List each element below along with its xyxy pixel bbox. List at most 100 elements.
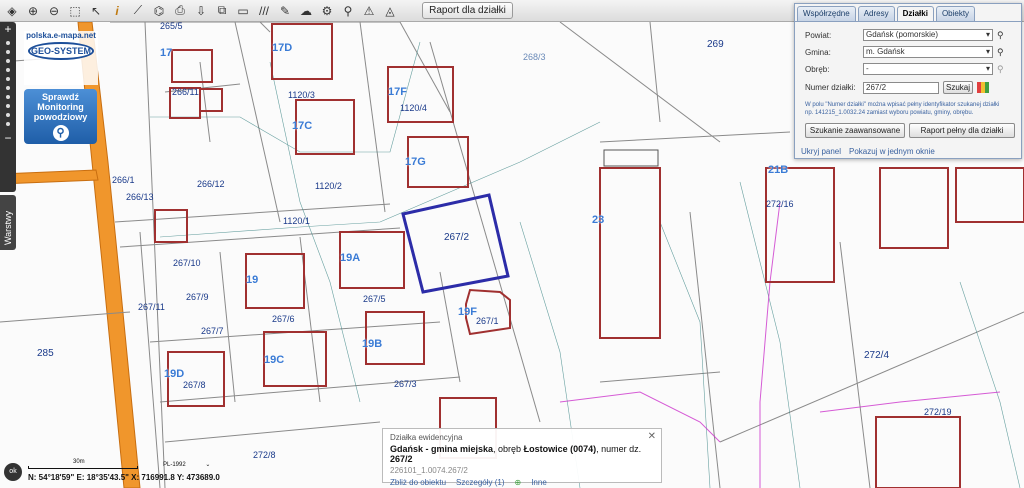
tab-adresy[interactable]: Adresy: [857, 6, 895, 21]
hint-text: W polu "Numer działki" można wpisać pełn…: [805, 101, 1013, 117]
gmina-row: Gmina: m. Gdańsk ⚲: [805, 46, 1004, 58]
parcel-label: 267/6: [272, 314, 295, 324]
info-icon[interactable]: i: [107, 2, 127, 20]
selected-parcel-outline: [401, 193, 510, 294]
tab-obiekty[interactable]: Obiekty: [935, 6, 976, 21]
projection-label: PL-1992: [163, 462, 186, 468]
layers-icon[interactable]: ◈: [2, 2, 22, 20]
print-icon[interactable]: ⎙: [170, 2, 190, 20]
status-bar: ok 30m PL-1992 ⌄ N: 54°18'59" E: 18°35'4…: [0, 458, 300, 488]
compare-icon[interactable]: ⧉: [212, 2, 232, 20]
search-icon[interactable]: ⚲: [338, 2, 358, 20]
zoom-level-dot[interactable]: [6, 77, 10, 81]
ok-button[interactable]: ok: [4, 463, 22, 481]
house-number-label: 19C: [264, 354, 285, 366]
settings-icon[interactable]: ⚙: [317, 2, 337, 20]
measure-line-icon[interactable]: ⟋: [128, 2, 148, 20]
layers-tab[interactable]: Warstwy: [0, 195, 16, 250]
plus-icon[interactable]: ⊕: [515, 478, 522, 487]
weather-icon[interactable]: ☁: [296, 2, 316, 20]
geo-system-logo[interactable]: polska.e-mapa.net GEO-SYSTEM: [24, 31, 98, 85]
parcel-label: 267/3: [394, 379, 417, 389]
map-application: 266/11 266/12 266/13 266/1 1120/3 1120/4…: [0, 0, 1024, 488]
house-number-label: 17: [160, 47, 173, 59]
flood-monitoring-button[interactable]: Sprawdź Monitoring powodziowy ⚲: [24, 89, 97, 144]
powiat-row: Powiat: Gdańsk (pomorskie) ⚲: [805, 29, 1004, 41]
download-icon[interactable]: ⇩: [191, 2, 211, 20]
zoom-level-dot[interactable]: [6, 122, 10, 126]
popup-title: Działka ewidencyjna: [390, 433, 463, 442]
parcel-label: 1120/3: [288, 90, 315, 100]
house-number-label: 23: [592, 214, 605, 226]
zoom-level-dot[interactable]: [6, 104, 10, 108]
tab-wspolrzedne[interactable]: Współrzędne: [797, 6, 856, 21]
color-legend-icon[interactable]: [977, 82, 989, 93]
measure-area-icon[interactable]: ⌬: [149, 2, 169, 20]
warning-icon[interactable]: ⚠: [359, 2, 379, 20]
raport-button[interactable]: Raport dla działki: [422, 2, 513, 19]
monitoring-line: Sprawdź: [41, 92, 79, 102]
zoom-in-icon[interactable]: ⊕: [23, 2, 43, 20]
popup-obreb: Łostowice (0074): [523, 444, 597, 454]
details-link[interactable]: Szczegóły (1): [456, 478, 504, 487]
obreb-select[interactable]: -: [863, 63, 993, 75]
advanced-search-button[interactable]: Szukanie zaawansowane: [805, 123, 905, 138]
popup-links: Zbliż do obiektu Szczegóły (1) ⊕ Inne: [390, 478, 654, 487]
szukaj-button[interactable]: Szukaj: [943, 81, 973, 94]
hatch-icon[interactable]: ///: [254, 2, 274, 20]
house-number-label: 19: [246, 274, 259, 286]
zoom-extent-icon[interactable]: ⬚: [65, 2, 85, 20]
search-icon[interactable]: ⚲: [997, 64, 1004, 75]
zoom-level-dot[interactable]: [6, 59, 10, 63]
hide-panel-link[interactable]: Ukryj panel: [801, 147, 841, 156]
projection-select[interactable]: PL-1992 ⌄: [163, 461, 210, 468]
close-icon[interactable]: ✕: [648, 431, 656, 442]
search-icon[interactable]: ⚲: [997, 47, 1004, 58]
pointer-icon[interactable]: ↖: [86, 2, 106, 20]
obreb-row: Obręb: - ⚲: [805, 63, 1004, 75]
parcel-label: 267/5: [363, 294, 386, 304]
zoom-minus-icon[interactable]: −: [0, 131, 16, 145]
edit-icon[interactable]: ✎: [275, 2, 295, 20]
parcel-label: 269: [707, 39, 724, 50]
gmina-select[interactable]: m. Gdańsk: [863, 46, 993, 58]
parcel-label: 266/12: [197, 179, 225, 189]
parcel-label: 266/11: [172, 87, 199, 97]
scale-label: 30m: [73, 459, 85, 465]
zoom-level-dot[interactable]: [6, 41, 10, 45]
zoom-slider[interactable]: + −: [0, 22, 16, 192]
zoom-to-object-link[interactable]: Zbliż do obiektu: [390, 478, 446, 487]
coordinates-readout: N: 54°18'59" E: 18°35'43.5" X: 716991.8 …: [28, 473, 220, 482]
zoom-level-dot[interactable]: [6, 68, 10, 72]
panel-links: Ukryj panel Pokazuj w jednym oknie: [801, 147, 935, 156]
house-number-label: 19F: [458, 306, 477, 318]
parcel-number-input[interactable]: 267/2: [863, 81, 939, 94]
powiat-select[interactable]: Gdańsk (pomorskie): [863, 29, 993, 41]
popup-text: , numer dz.: [596, 444, 642, 454]
parcel-label: 272/4: [864, 350, 890, 361]
panel-tabs: Współrzędne Adresy Działki Obiekty: [795, 4, 1021, 22]
other-link[interactable]: Inne: [531, 478, 547, 487]
one-window-link[interactable]: Pokazuj w jednym oknie: [849, 147, 935, 156]
hint-line: np. 141215_1.0032.24 zamiast wyboru powi…: [805, 110, 974, 116]
numer-row: Numer działki: 267/2 Szukaj: [805, 81, 989, 94]
zoom-level-dot[interactable]: [6, 86, 10, 90]
parcel-label-selected: 267/2: [444, 232, 470, 243]
parcel-label: 1120/2: [315, 181, 342, 191]
parcel-label: 272/16: [766, 199, 794, 209]
layers-tab-label: Warstwy: [3, 210, 13, 245]
zoom-level-dot[interactable]: [6, 113, 10, 117]
popup-ident: 226101_1.0074.267/2: [390, 466, 468, 475]
search-icon[interactable]: ⚲: [997, 30, 1004, 41]
parcel-label: 268/3: [523, 52, 546, 62]
zoom-level-dot[interactable]: [6, 95, 10, 99]
zoom-level-dot[interactable]: [6, 50, 10, 54]
zoom-out-icon[interactable]: ⊖: [44, 2, 64, 20]
sign-icon[interactable]: ◬: [380, 2, 400, 20]
tab-dzialki[interactable]: Działki: [896, 6, 934, 21]
full-report-button[interactable]: Raport pełny dla działki: [909, 123, 1015, 138]
chevron-down-icon: ⌄: [205, 462, 211, 468]
zoom-plus-icon[interactable]: +: [0, 22, 16, 36]
comment-icon[interactable]: ▭: [233, 2, 253, 20]
parcel-label: 265/5: [160, 22, 183, 31]
